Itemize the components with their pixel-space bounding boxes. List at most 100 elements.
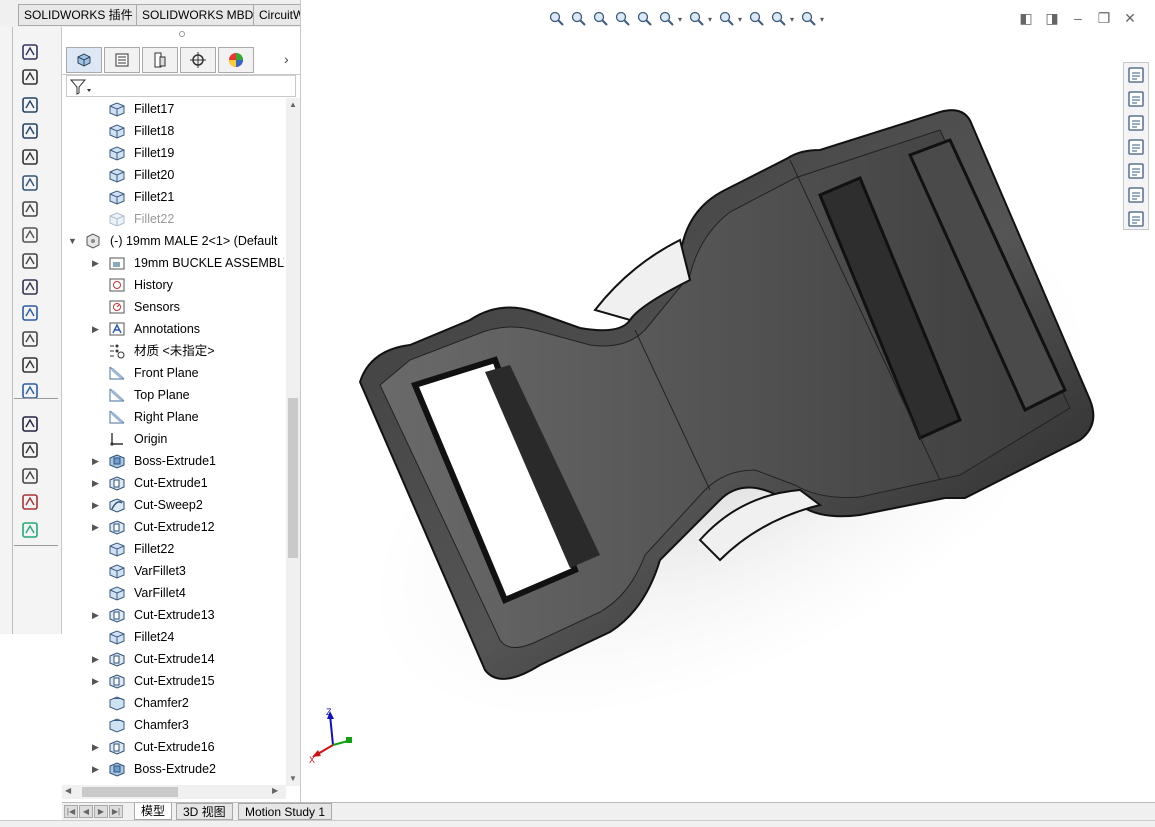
tree-item[interactable]: Fillet17 bbox=[62, 98, 284, 120]
tile-left-icon[interactable]: ◧ bbox=[1017, 10, 1035, 27]
minimize-icon[interactable]: – bbox=[1069, 10, 1087, 26]
scroll-left-icon[interactable]: ◀ bbox=[65, 786, 71, 795]
dropdown-arrow-icon[interactable]: ▾ bbox=[738, 15, 746, 24]
hscroll-thumb[interactable] bbox=[82, 787, 178, 797]
prev-tab-icon[interactable]: ◀ bbox=[79, 805, 93, 818]
tree-item[interactable]: ▶ Cut-Extrude13 bbox=[62, 604, 284, 626]
tree-filter-field[interactable] bbox=[66, 75, 296, 97]
tree-item[interactable]: ▶ 19mm BUCKLE ASSEMBLY bbox=[62, 252, 284, 274]
tree-vertical-scrollbar[interactable]: ▲ ▼ bbox=[286, 98, 300, 786]
datum-icon[interactable] bbox=[20, 225, 40, 245]
previous-view-icon[interactable] bbox=[590, 9, 612, 29]
tree-item[interactable]: Fillet19 bbox=[62, 142, 284, 164]
file-explorer-icon[interactable] bbox=[1126, 113, 1146, 133]
apply-scene-icon[interactable] bbox=[768, 9, 790, 29]
tree-item[interactable]: Fillet20 bbox=[62, 164, 284, 186]
tab-solidworks-addins[interactable]: SOLIDWORKS 插件 bbox=[18, 4, 139, 26]
view-palette-icon[interactable] bbox=[1126, 137, 1146, 157]
note-icon[interactable] bbox=[20, 67, 40, 87]
view-orientation-icon[interactable] bbox=[656, 9, 678, 29]
tree-item[interactable]: Fillet22 bbox=[62, 208, 284, 230]
home-icon[interactable] bbox=[1126, 65, 1146, 85]
appearances-icon[interactable] bbox=[1126, 161, 1146, 181]
tree-horizontal-scrollbar[interactable]: ◀ ▶ bbox=[62, 785, 286, 799]
close-icon[interactable]: ✕ bbox=[1121, 10, 1139, 27]
collapsed-arrow-icon[interactable]: ▶ bbox=[92, 670, 102, 692]
collapsed-arrow-icon[interactable]: ▶ bbox=[92, 252, 102, 274]
buckle-model[interactable] bbox=[300, 0, 1155, 802]
tree-item[interactable]: ▶ Cut-Extrude1 bbox=[62, 472, 284, 494]
dropdown-arrow-icon[interactable]: ▾ bbox=[790, 15, 798, 24]
first-tab-icon[interactable]: |◀ bbox=[64, 805, 78, 818]
capture-3d-icon[interactable] bbox=[20, 466, 40, 486]
collapsed-arrow-icon[interactable]: ▶ bbox=[92, 450, 102, 472]
tab-3d-views[interactable]: 3D 视图 bbox=[176, 803, 233, 820]
bom-icon[interactable] bbox=[20, 147, 40, 167]
tab-motion-study[interactable]: Motion Study 1 bbox=[238, 803, 333, 820]
tree-item[interactable]: ▶ Cut-Extrude15 bbox=[62, 670, 284, 692]
tree-item[interactable]: Origin bbox=[62, 428, 284, 450]
custom-properties-icon[interactable] bbox=[1126, 185, 1146, 205]
tree-item[interactable]: Front Plane bbox=[62, 362, 284, 384]
dropdown-arrow-icon[interactable]: ▾ bbox=[708, 15, 716, 24]
table-icon[interactable] bbox=[20, 355, 40, 375]
dimxpert-tab[interactable] bbox=[180, 47, 216, 73]
restore-icon[interactable]: ❐ bbox=[1095, 10, 1113, 27]
tree-item[interactable]: VarFillet3 bbox=[62, 560, 284, 582]
edrawings-icon[interactable] bbox=[20, 520, 40, 540]
collapsed-arrow-icon[interactable]: ▶ bbox=[92, 516, 102, 538]
design-library-icon[interactable] bbox=[1126, 89, 1146, 109]
tab-model[interactable]: 模型 bbox=[134, 803, 173, 820]
weld-symbol-icon[interactable] bbox=[20, 251, 40, 271]
tree-item[interactable]: Fillet18 bbox=[62, 120, 284, 142]
tree-item[interactable]: Top Plane bbox=[62, 384, 284, 406]
tree-item[interactable]: Chamfer2 bbox=[62, 692, 284, 714]
collapsed-arrow-icon[interactable]: ▶ bbox=[92, 758, 102, 780]
publish-3d-pdf-icon[interactable] bbox=[20, 492, 40, 512]
scroll-right-icon[interactable]: ▶ bbox=[272, 786, 278, 795]
hole-callout-icon[interactable] bbox=[20, 329, 40, 349]
featuremanager-tab[interactable] bbox=[66, 47, 102, 73]
dynamic-annotation-icon[interactable] bbox=[634, 9, 656, 29]
display-style-icon[interactable] bbox=[686, 9, 708, 29]
zoom-to-area-icon[interactable] bbox=[568, 9, 590, 29]
tree-item[interactable]: History bbox=[62, 274, 284, 296]
tab-solidworks-mbd[interactable]: SOLIDWORKS MBD bbox=[136, 4, 260, 26]
collapsed-arrow-icon[interactable]: ▶ bbox=[92, 472, 102, 494]
tree-item[interactable]: Fillet21 bbox=[62, 186, 284, 208]
zoom-to-fit-icon[interactable] bbox=[546, 9, 568, 29]
geometric-tolerance-icon[interactable] bbox=[20, 277, 40, 297]
propertymanager-tab[interactable] bbox=[104, 47, 140, 73]
tree-item[interactable]: Fillet24 bbox=[62, 626, 284, 648]
tile-right-icon[interactable]: ◨ bbox=[1043, 10, 1061, 27]
tree-item[interactable]: Right Plane bbox=[62, 406, 284, 428]
section-view-icon[interactable] bbox=[612, 9, 634, 29]
collapsed-arrow-icon[interactable]: ▶ bbox=[92, 604, 102, 626]
magnetic-line-icon[interactable] bbox=[20, 173, 40, 193]
forum-icon[interactable] bbox=[1126, 209, 1146, 229]
balloon-icon[interactable] bbox=[20, 95, 40, 115]
tree-item[interactable]: ▼ (-) 19mm MALE 2<1> (Default bbox=[62, 230, 284, 252]
dropdown-arrow-icon[interactable]: ▾ bbox=[678, 15, 686, 24]
tree-item[interactable]: Chamfer3 bbox=[62, 714, 284, 736]
expanded-arrow-icon[interactable]: ▼ bbox=[68, 230, 78, 252]
collapsed-arrow-icon[interactable]: ▶ bbox=[92, 648, 102, 670]
tree-item[interactable]: VarFillet4 bbox=[62, 582, 284, 604]
tree-item[interactable]: Fillet22 bbox=[62, 538, 284, 560]
next-tab-icon[interactable]: ▶ bbox=[94, 805, 108, 818]
panel-grip[interactable] bbox=[179, 31, 185, 37]
tree-item[interactable]: ▶ Cut-Extrude14 bbox=[62, 648, 284, 670]
tree-item[interactable]: ▶ Cut-Extrude16 bbox=[62, 736, 284, 758]
annotation-text-icon[interactable] bbox=[20, 303, 40, 323]
configurationmanager-tab[interactable] bbox=[142, 47, 178, 73]
auto-balloon-icon[interactable] bbox=[20, 121, 40, 141]
view-settings-icon[interactable] bbox=[798, 9, 820, 29]
last-tab-icon[interactable]: ▶| bbox=[109, 805, 123, 818]
collapsed-arrow-icon[interactable]: ▶ bbox=[92, 494, 102, 516]
scroll-thumb[interactable] bbox=[288, 398, 298, 558]
collapsed-arrow-icon[interactable]: ▶ bbox=[92, 736, 102, 758]
tree-item[interactable]: ▶ Boss-Extrude1 bbox=[62, 450, 284, 472]
collapsed-arrow-icon[interactable]: ▶ bbox=[92, 318, 102, 340]
smart-dimension-icon[interactable] bbox=[20, 42, 40, 62]
displaymanager-tab[interactable] bbox=[218, 47, 254, 73]
